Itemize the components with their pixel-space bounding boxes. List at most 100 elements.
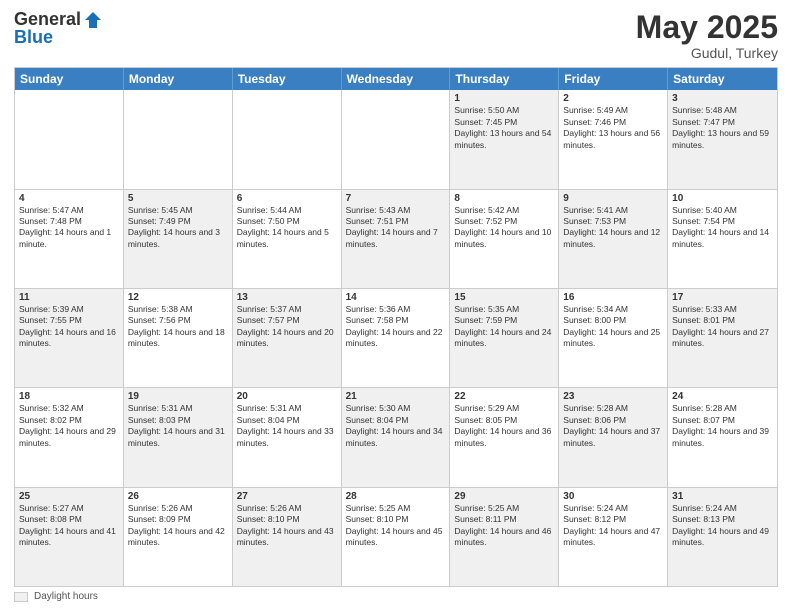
calendar-cell: 22Sunrise: 5:29 AM Sunset: 8:05 PM Dayli… [450,388,559,486]
calendar-cell [15,90,124,188]
calendar-cell: 31Sunrise: 5:24 AM Sunset: 8:13 PM Dayli… [668,488,777,586]
cell-info: Sunrise: 5:47 AM Sunset: 7:48 PM Dayligh… [19,205,119,251]
calendar-header: SundayMondayTuesdayWednesdayThursdayFrid… [15,68,777,90]
calendar: SundayMondayTuesdayWednesdayThursdayFrid… [14,67,778,587]
calendar-row: 11Sunrise: 5:39 AM Sunset: 7:55 PM Dayli… [15,289,777,388]
day-number: 25 [19,491,119,502]
day-number: 18 [19,391,119,402]
calendar-cell: 8Sunrise: 5:42 AM Sunset: 7:52 PM Daylig… [450,190,559,288]
calendar-cell: 14Sunrise: 5:36 AM Sunset: 7:58 PM Dayli… [342,289,451,387]
day-number: 7 [346,193,446,204]
logo-blue-text: Blue [14,28,103,48]
day-number: 31 [672,491,773,502]
day-number: 22 [454,391,554,402]
day-number: 6 [237,193,337,204]
calendar-header-cell: Tuesday [233,68,342,90]
title-block: May 2025 Gudul, Turkey [636,10,778,61]
daylight-swatch [14,592,28,602]
day-number: 28 [346,491,446,502]
calendar-cell [124,90,233,188]
calendar-cell: 30Sunrise: 5:24 AM Sunset: 8:12 PM Dayli… [559,488,668,586]
day-number: 27 [237,491,337,502]
cell-info: Sunrise: 5:25 AM Sunset: 8:11 PM Dayligh… [454,503,554,549]
logo: General Blue [14,10,103,48]
cell-info: Sunrise: 5:26 AM Sunset: 8:10 PM Dayligh… [237,503,337,549]
day-number: 13 [237,292,337,303]
calendar-cell: 29Sunrise: 5:25 AM Sunset: 8:11 PM Dayli… [450,488,559,586]
calendar-cell [233,90,342,188]
cell-info: Sunrise: 5:36 AM Sunset: 7:58 PM Dayligh… [346,304,446,350]
cell-info: Sunrise: 5:30 AM Sunset: 8:04 PM Dayligh… [346,403,446,449]
daylight-label: Daylight hours [34,591,98,602]
cell-info: Sunrise: 5:29 AM Sunset: 8:05 PM Dayligh… [454,403,554,449]
cell-info: Sunrise: 5:42 AM Sunset: 7:52 PM Dayligh… [454,205,554,251]
day-number: 9 [563,193,663,204]
calendar-cell: 6Sunrise: 5:44 AM Sunset: 7:50 PM Daylig… [233,190,342,288]
calendar-cell: 19Sunrise: 5:31 AM Sunset: 8:03 PM Dayli… [124,388,233,486]
cell-info: Sunrise: 5:28 AM Sunset: 8:06 PM Dayligh… [563,403,663,449]
day-number: 23 [563,391,663,402]
day-number: 4 [19,193,119,204]
day-number: 16 [563,292,663,303]
calendar-cell [342,90,451,188]
calendar-cell: 17Sunrise: 5:33 AM Sunset: 8:01 PM Dayli… [668,289,777,387]
calendar-cell: 16Sunrise: 5:34 AM Sunset: 8:00 PM Dayli… [559,289,668,387]
day-number: 3 [672,93,773,104]
cell-info: Sunrise: 5:28 AM Sunset: 8:07 PM Dayligh… [672,403,773,449]
calendar-row: 4Sunrise: 5:47 AM Sunset: 7:48 PM Daylig… [15,190,777,289]
cell-info: Sunrise: 5:49 AM Sunset: 7:46 PM Dayligh… [563,105,663,151]
calendar-cell: 12Sunrise: 5:38 AM Sunset: 7:56 PM Dayli… [124,289,233,387]
calendar-header-cell: Monday [124,68,233,90]
day-number: 15 [454,292,554,303]
day-number: 29 [454,491,554,502]
calendar-cell: 23Sunrise: 5:28 AM Sunset: 8:06 PM Dayli… [559,388,668,486]
title-location: Gudul, Turkey [636,45,778,61]
calendar-cell: 20Sunrise: 5:31 AM Sunset: 8:04 PM Dayli… [233,388,342,486]
calendar-row: 25Sunrise: 5:27 AM Sunset: 8:08 PM Dayli… [15,488,777,586]
cell-info: Sunrise: 5:33 AM Sunset: 8:01 PM Dayligh… [672,304,773,350]
calendar-cell: 3Sunrise: 5:48 AM Sunset: 7:47 PM Daylig… [668,90,777,188]
cell-info: Sunrise: 5:24 AM Sunset: 8:12 PM Dayligh… [563,503,663,549]
calendar-cell: 15Sunrise: 5:35 AM Sunset: 7:59 PM Dayli… [450,289,559,387]
calendar-cell: 21Sunrise: 5:30 AM Sunset: 8:04 PM Dayli… [342,388,451,486]
calendar-cell: 27Sunrise: 5:26 AM Sunset: 8:10 PM Dayli… [233,488,342,586]
cell-info: Sunrise: 5:40 AM Sunset: 7:54 PM Dayligh… [672,205,773,251]
calendar-cell: 5Sunrise: 5:45 AM Sunset: 7:49 PM Daylig… [124,190,233,288]
calendar-cell: 28Sunrise: 5:25 AM Sunset: 8:10 PM Dayli… [342,488,451,586]
cell-info: Sunrise: 5:34 AM Sunset: 8:00 PM Dayligh… [563,304,663,350]
calendar-row: 18Sunrise: 5:32 AM Sunset: 8:02 PM Dayli… [15,388,777,487]
cell-info: Sunrise: 5:39 AM Sunset: 7:55 PM Dayligh… [19,304,119,350]
day-number: 14 [346,292,446,303]
calendar-header-cell: Friday [559,68,668,90]
calendar-body: 1Sunrise: 5:50 AM Sunset: 7:45 PM Daylig… [15,90,777,586]
calendar-cell: 11Sunrise: 5:39 AM Sunset: 7:55 PM Dayli… [15,289,124,387]
calendar-cell: 26Sunrise: 5:26 AM Sunset: 8:09 PM Dayli… [124,488,233,586]
day-number: 1 [454,93,554,104]
cell-info: Sunrise: 5:31 AM Sunset: 8:04 PM Dayligh… [237,403,337,449]
cell-info: Sunrise: 5:41 AM Sunset: 7:53 PM Dayligh… [563,205,663,251]
cell-info: Sunrise: 5:26 AM Sunset: 8:09 PM Dayligh… [128,503,228,549]
calendar-cell: 7Sunrise: 5:43 AM Sunset: 7:51 PM Daylig… [342,190,451,288]
calendar-row: 1Sunrise: 5:50 AM Sunset: 7:45 PM Daylig… [15,90,777,189]
day-number: 30 [563,491,663,502]
calendar-header-cell: Thursday [450,68,559,90]
logo-icon [83,10,103,30]
day-number: 8 [454,193,554,204]
header: General Blue May 2025 Gudul, Turkey [14,10,778,61]
cell-info: Sunrise: 5:24 AM Sunset: 8:13 PM Dayligh… [672,503,773,549]
cell-info: Sunrise: 5:43 AM Sunset: 7:51 PM Dayligh… [346,205,446,251]
cell-info: Sunrise: 5:32 AM Sunset: 8:02 PM Dayligh… [19,403,119,449]
cell-info: Sunrise: 5:31 AM Sunset: 8:03 PM Dayligh… [128,403,228,449]
calendar-cell: 4Sunrise: 5:47 AM Sunset: 7:48 PM Daylig… [15,190,124,288]
calendar-cell: 2Sunrise: 5:49 AM Sunset: 7:46 PM Daylig… [559,90,668,188]
day-number: 5 [128,193,228,204]
calendar-header-cell: Sunday [15,68,124,90]
cell-info: Sunrise: 5:45 AM Sunset: 7:49 PM Dayligh… [128,205,228,251]
day-number: 11 [19,292,119,303]
calendar-cell: 9Sunrise: 5:41 AM Sunset: 7:53 PM Daylig… [559,190,668,288]
cell-info: Sunrise: 5:38 AM Sunset: 7:56 PM Dayligh… [128,304,228,350]
day-number: 2 [563,93,663,104]
calendar-header-cell: Saturday [668,68,777,90]
day-number: 26 [128,491,228,502]
day-number: 20 [237,391,337,402]
